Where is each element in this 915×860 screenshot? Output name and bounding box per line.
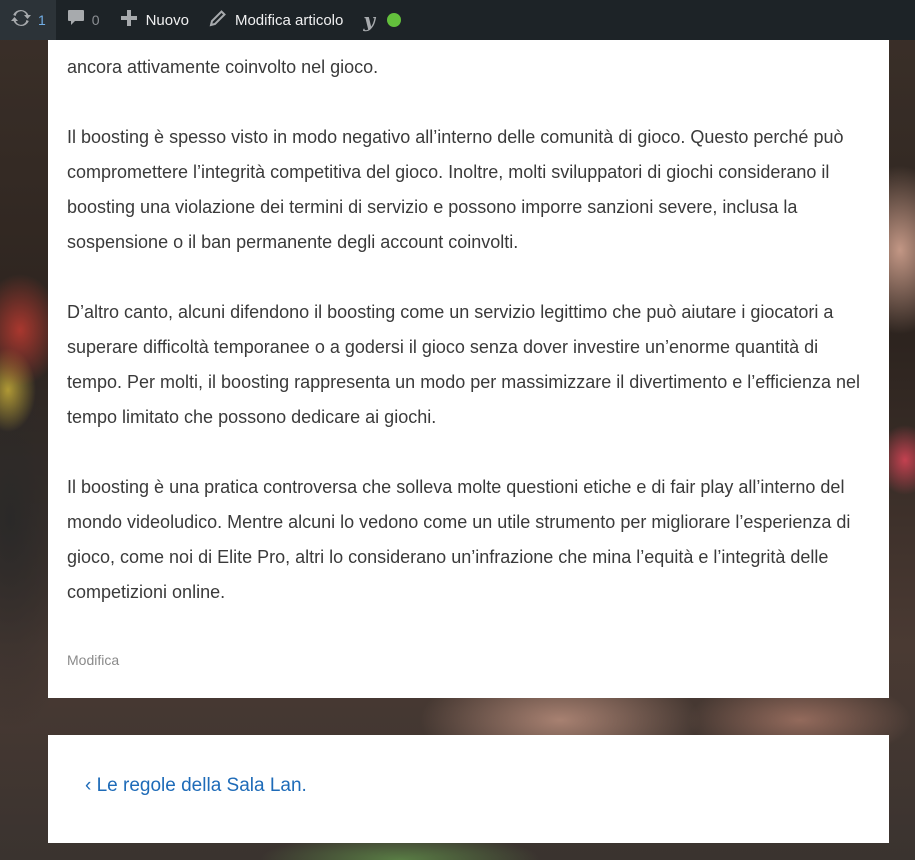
previous-post-link[interactable]: ‹ Le regole della Sala Lan.: [85, 775, 307, 797]
comment-icon: [66, 8, 86, 32]
new-label: Nuovo: [145, 11, 189, 29]
post-navigation: ‹ Le regole della Sala Lan.: [48, 735, 889, 843]
seo-menu[interactable]: y: [353, 0, 411, 40]
article-paragraph: Il boosting è una pratica controversa ch…: [67, 477, 851, 602]
comments-menu[interactable]: 0: [56, 0, 110, 40]
comments-count: 0: [91, 12, 100, 28]
admin-bar: 1 0 Nuovo Modifica articolo y: [0, 0, 915, 40]
new-content-menu[interactable]: Nuovo: [110, 0, 199, 40]
article-paragraph: Il boosting è spesso visto in modo negat…: [67, 127, 844, 252]
edit-post-label: Modifica articolo: [234, 11, 344, 29]
updates-count: 1: [38, 12, 46, 28]
seo-status-dot: [386, 13, 401, 27]
updates-menu[interactable]: 1: [0, 0, 56, 40]
edit-post-link[interactable]: Modifica: [67, 652, 119, 668]
article-paragraph: D’altro canto, alcuni difendono il boost…: [67, 302, 861, 427]
yoast-seo-icon: y: [363, 8, 375, 32]
edit-post-menu[interactable]: Modifica articolo: [199, 0, 353, 40]
article-card: ancora attivamente coinvolto nel gioco. …: [48, 40, 889, 698]
plus-icon: [120, 9, 138, 31]
article-paragraph: ancora attivamente coinvolto nel gioco.: [67, 57, 379, 77]
pencil-icon: [209, 9, 227, 31]
refresh-icon: [10, 7, 32, 33]
